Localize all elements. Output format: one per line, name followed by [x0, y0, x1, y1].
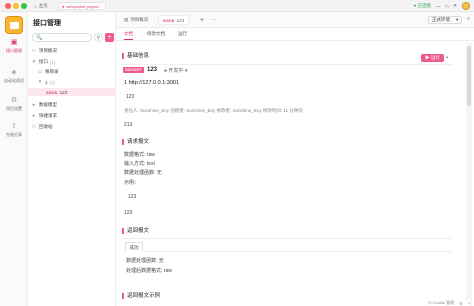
gear-icon: ⚙: [10, 97, 18, 104]
close-icon[interactable]: ✕: [453, 3, 457, 9]
main-area: ▤ 项目概况 SOCK 123 + ⋯ 正式环境 ▾ ≡ 文档 修改文档 运行 基础信…: [116, 12, 474, 306]
tab-edit-doc[interactable]: 修改文档: [147, 31, 165, 37]
api-name: 123: [147, 67, 158, 73]
doc-subtabs: 文档 修改文档 运行: [116, 28, 474, 41]
trash-icon: □: [32, 124, 36, 130]
connection-status: ● 已连接: [413, 3, 431, 8]
api-meta: 责任人: Sunshine_Boy 创建者: Sunshine_Boy 修改者:…: [124, 108, 303, 113]
tree-node-overview[interactable]: □ 项目概况: [28, 47, 116, 55]
api-icon: ▣: [10, 39, 18, 46]
tab-run[interactable]: 运行: [178, 31, 187, 37]
tree-node-root-folder[interactable]: ▭ 根目录: [28, 68, 116, 76]
method-badge: SOCKET: [123, 67, 144, 73]
content-scrollbar[interactable]: [466, 42, 472, 306]
run-menu-icon[interactable]: ▾: [446, 55, 451, 61]
section-basic-title: 基础信息: [122, 53, 149, 59]
project-icon: ●: [62, 3, 65, 9]
request-format: 数据格式: raw: [124, 152, 155, 158]
title-bar: ⌂ 主页 ● webpocket project ● 已连接 — □ ✕: [0, 0, 474, 12]
settings-icon[interactable]: ⚙: [459, 301, 463, 306]
request-example-value: 123: [128, 194, 137, 200]
response-handler: 数据处理函数: 无: [126, 258, 164, 264]
divider: [143, 251, 452, 252]
request-extra: 123: [124, 210, 133, 216]
section-response-title: 返回报文: [122, 228, 149, 234]
project-tab[interactable]: ● webpocket project: [58, 2, 106, 10]
zoom-window-button[interactable]: [21, 3, 27, 9]
home-icon: ⌂: [34, 3, 37, 9]
api-extra: 213: [124, 122, 133, 128]
tab-overview[interactable]: ▤ 项目概况: [120, 15, 152, 25]
share-icon: ⇪: [11, 123, 17, 130]
request-input: 输入方式: text: [124, 161, 155, 167]
response-tab-success[interactable]: 成功: [125, 242, 143, 251]
rail-item-share[interactable]: ⇪ 在线分享: [0, 123, 28, 138]
tree-node-sock-123[interactable]: SOCK 123: [28, 88, 116, 96]
cookie-manager-link[interactable]: ◎ Cookie 管理: [428, 300, 454, 306]
env-settings-icon[interactable]: ≡: [467, 16, 470, 22]
rail-item-api[interactable]: ▣ 接口管理: [0, 39, 28, 54]
add-button[interactable]: +: [105, 33, 114, 42]
scrollbar-thumb[interactable]: [467, 46, 471, 106]
help-icon[interactable]: ?: [468, 301, 470, 306]
minimize-icon[interactable]: —: [436, 4, 441, 9]
app-logo: [5, 16, 23, 34]
project-tab-label: webpocket project: [66, 3, 99, 9]
titlebar-right: ● 已连接 — □ ✕: [414, 2, 470, 10]
search-input[interactable]: 🔍: [32, 33, 92, 42]
api-status[interactable]: ● 开发中 ▾: [164, 67, 187, 74]
rail-item-settings[interactable]: ⚙ 项目设置: [0, 97, 28, 112]
tree-search-row: 🔍 ⚲ +: [32, 33, 114, 42]
app-window: ⌂ 主页 ● webpocket project ● 已连接 — □ ✕ ▣ 接…: [0, 0, 474, 306]
model-icon: ▸: [32, 102, 36, 108]
tab-doc[interactable]: 文档: [124, 31, 133, 40]
method-badge: SOCK: [46, 89, 58, 95]
doc-icon: ▤: [124, 17, 129, 22]
chevron-down-icon: ▾: [32, 59, 36, 65]
nav-rail: ▣ 接口管理 ◈ 自动化测试 ⚙ 项目设置 ⇪ 在线分享: [0, 12, 28, 306]
doc-content: 基础信息 ▶ 运行 ▾ SOCKET 123 ● 开发中 ▾ 1 http://…: [116, 42, 466, 306]
more-icon[interactable]: ⋯: [208, 15, 221, 25]
chevron-down-icon: ▾: [38, 79, 42, 85]
tree-node-folder-1[interactable]: ▾ 1 (1): [28, 78, 116, 86]
api-url: 1 http://127.0.0.1:3001: [124, 80, 180, 86]
tab-sock-123[interactable]: SOCK 123: [158, 15, 190, 25]
tree-node-quick[interactable]: ▸ 快捷请求: [28, 112, 116, 120]
request-handler: 数据处理函数: 无: [124, 170, 162, 176]
env-select[interactable]: 正式环境 ▾: [428, 16, 462, 24]
avatar[interactable]: [462, 2, 470, 10]
response-format: 处理后数据格式: raw: [126, 268, 172, 274]
section-response-example-title: 返回报文示例: [122, 293, 160, 299]
maximize-icon[interactable]: □: [446, 4, 449, 9]
folder-icon: ▭: [37, 69, 43, 75]
minimize-window-button[interactable]: [13, 3, 19, 9]
test-icon: ◈: [11, 69, 17, 76]
home-tab[interactable]: ⌂ 主页: [34, 2, 48, 10]
quick-icon: ▸: [32, 113, 36, 119]
rail-item-test[interactable]: ◈ 自动化测试: [0, 69, 28, 84]
home-label: 主页: [38, 3, 48, 8]
tree-node-trash[interactable]: □ 回收站: [28, 123, 116, 131]
section-request-title: 请求报文: [122, 139, 149, 145]
divider: [122, 238, 452, 239]
api-tree-panel: 接口管理 🔍 ⚲ + □ 项目概况 ▾ 接口 (1) ▭ 根目录 ▾ 1 (1) SOCK 1…: [28, 12, 116, 306]
panel-title: 接口管理: [33, 20, 61, 27]
run-button[interactable]: ▶ 运行: [421, 54, 444, 62]
filter-icon[interactable]: ⚲: [94, 33, 103, 42]
tree-node-api[interactable]: ▾ 接口 (1): [28, 58, 116, 66]
status-footer: ◎ Cookie 管理 ⚙ ?: [428, 300, 470, 306]
add-tab-button[interactable]: +: [196, 15, 208, 25]
divider: [122, 64, 452, 65]
page-tabs: ▤ 项目概况 SOCK 123 + ⋯ 正式环境 ▾ ≡: [116, 12, 474, 28]
overview-icon: □: [32, 48, 36, 54]
request-example-label: 示例：: [124, 180, 140, 186]
close-window-button[interactable]: [5, 3, 11, 9]
api-description: 123: [126, 94, 135, 100]
chevron-down-icon: ▾: [456, 17, 459, 22]
tree-node-models[interactable]: ▸ 数据模型: [28, 101, 116, 109]
